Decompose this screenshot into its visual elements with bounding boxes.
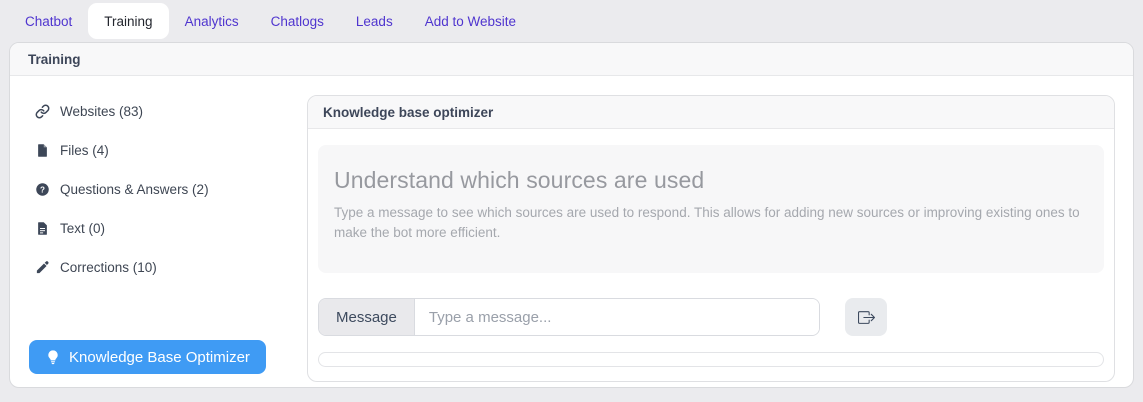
text-file-icon [35,221,50,236]
sidebar-item-label: Text (0) [60,221,105,236]
sources-sidebar: Websites (83) Files (4) ? Questions & An… [10,76,307,387]
question-circle-icon: ? [35,182,50,197]
hero-info-box: Understand which sources are used Type a… [318,145,1104,273]
knowledge-base-optimizer-panel: Knowledge base optimizer Understand whic… [307,95,1115,382]
message-input[interactable] [415,299,819,335]
hero-heading: Understand which sources are used [334,167,1088,194]
sidebar-item-label: Questions & Answers (2) [60,182,209,197]
tab-chatbot[interactable]: Chatbot [9,3,88,39]
tab-analytics[interactable]: Analytics [169,3,255,39]
sidebar-item-label: Websites (83) [60,104,143,119]
panel-body: Understand which sources are used Type a… [308,129,1114,367]
message-row: Message [318,298,1104,336]
knowledge-base-optimizer-button[interactable]: Knowledge Base Optimizer [29,340,266,374]
lightbulb-icon [45,349,61,365]
knowledge-base-optimizer-label: Knowledge Base Optimizer [69,349,250,366]
top-tab-bar: Chatbot Training Analytics Chatlogs Lead… [0,0,1143,42]
tab-chatlogs[interactable]: Chatlogs [255,3,340,39]
sidebar-item-label: Files (4) [60,143,109,158]
training-card: Training Websites (83) Files (4) ? Quest… [9,42,1134,388]
box-arrow-right-icon [858,309,875,326]
tab-add-to-website[interactable]: Add to Website [409,3,532,39]
sidebar-item-label: Corrections (10) [60,260,157,275]
page-title: Training [28,52,81,67]
sidebar-item-text[interactable]: Text (0) [35,209,105,248]
sidebar-item-questions-answers[interactable]: ? Questions & Answers (2) [35,170,209,209]
svg-text:?: ? [40,185,45,194]
link-icon [35,104,50,119]
sidebar-item-files[interactable]: Files (4) [35,131,109,170]
pencil-icon [35,260,50,275]
tab-training[interactable]: Training [88,3,168,39]
sidebar-item-corrections[interactable]: Corrections (10) [35,248,157,287]
sidebar-item-websites[interactable]: Websites (83) [35,92,143,131]
file-icon [35,143,50,158]
training-card-body: Websites (83) Files (4) ? Questions & An… [10,76,1133,387]
message-input-label: Message [319,299,415,335]
panel-header: Knowledge base optimizer [308,96,1114,129]
message-input-group: Message [318,298,820,336]
tab-leads[interactable]: Leads [340,3,409,39]
training-card-header: Training [10,43,1133,76]
hero-description: Type a message to see which sources are … [334,203,1088,242]
results-placeholder-box [318,352,1104,367]
panel-title: Knowledge base optimizer [323,105,493,120]
send-message-button[interactable] [845,298,887,336]
